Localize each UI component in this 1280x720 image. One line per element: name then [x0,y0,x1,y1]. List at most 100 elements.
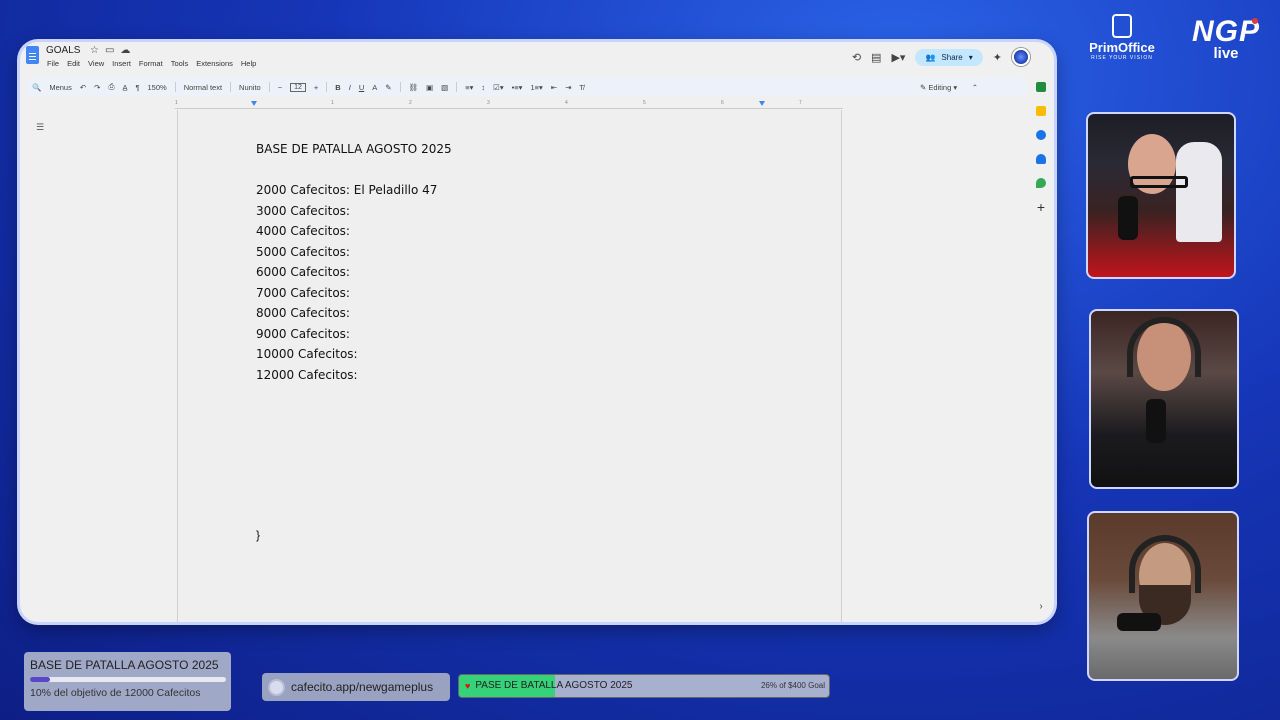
font-size-input[interactable]: 12 [290,82,306,92]
star-icon[interactable]: ☆ [90,45,105,56]
comment-icon[interactable]: ▣ [426,83,433,92]
keep-icon[interactable] [1036,106,1046,116]
menu-insert[interactable]: Insert [112,59,131,68]
document-outline-icon[interactable]: ☰ [36,122,44,133]
redo-icon[interactable]: ↷ [94,83,100,92]
text-color-icon[interactable]: A [372,83,377,92]
font-select[interactable]: Nunito [239,83,261,92]
battle-pass-goal: 26% of $400 Goal [760,681,825,690]
history-icon[interactable]: ⟲ [852,51,861,64]
document-heading[interactable]: BASE DE PATALLA AGOSTO 2025 [256,139,452,160]
highlight-icon[interactable]: ✎ [385,83,391,92]
webcam-feed-2 [1089,309,1239,489]
decrease-indent-icon[interactable]: ⇤ [551,83,557,92]
undo-icon[interactable]: ↶ [80,83,86,92]
heart-icon: ♥ [465,680,471,691]
menu-format[interactable]: Format [139,59,163,68]
goal-line[interactable]: 10000 Cafecitos: [256,344,452,365]
expand-panel-icon[interactable]: › [1039,601,1042,612]
checklist-icon[interactable]: ☑▾ [493,83,504,92]
move-folder-icon[interactable]: ▭ [105,45,120,56]
goal-line[interactable]: 6000 Cafecitos: [256,262,452,283]
document-brace[interactable]: } [256,528,260,542]
link-icon[interactable]: ⛓ [409,83,419,92]
underline-icon[interactable]: U [359,83,364,92]
gemini-icon[interactable]: ✦ [993,51,1002,64]
share-label: Share [941,52,963,62]
contacts-icon[interactable] [1036,154,1046,164]
ruler[interactable]: 1 1 2 3 4 5 6 7 [175,100,843,109]
goal-widget: BASE DE PATALLA AGOSTO 2025 10% del obje… [24,652,231,711]
image-icon[interactable]: ▧ [441,83,448,92]
goal-line[interactable]: 9000 Cafecitos: [256,324,452,345]
sheets-icon[interactable] [1036,82,1046,92]
goal-line[interactable]: 4000 Cafecitos: [256,221,452,242]
document-body[interactable]: BASE DE PATALLA AGOSTO 2025 2000 Cafecit… [256,139,452,385]
goal-line[interactable]: 7000 Cafecitos: [256,283,452,304]
goal-line[interactable]: 12000 Cafecitos: [256,365,452,386]
headphones [1127,317,1201,377]
line-spacing-icon[interactable]: ↕ [481,83,485,92]
goal-line[interactable]: 8000 Cafecitos: [256,303,452,324]
print-icon[interactable]: ⎙ [108,82,114,92]
ruler-tick: 2 [409,100,412,106]
share-dropdown-icon[interactable]: ▾ [969,53,973,62]
numbered-list-icon[interactable]: 1≡▾ [530,83,542,92]
cafecito-url[interactable]: cafecito.app/newgameplus [291,680,433,694]
primoffice-tagline: RISE YOUR VISION [1091,55,1153,61]
increase-font-icon[interactable]: + [314,83,318,92]
microphone [1117,613,1161,631]
gaming-chair [1176,142,1222,242]
left-indent-marker[interactable] [251,101,257,106]
share-button[interactable]: 👥 Share ▾ [915,48,983,66]
meet-icon[interactable]: ▶▾ [891,51,905,64]
primoffice-logo: PrimOffice RISE YOUR VISION [1082,14,1162,61]
menu-extensions[interactable]: Extensions [196,59,233,68]
style-select[interactable]: Normal text [184,83,222,92]
tasks-icon[interactable] [1036,130,1046,140]
increase-indent-icon[interactable]: ⇥ [565,83,571,92]
glasses [1130,176,1188,188]
clear-format-icon[interactable]: T̸ [579,83,584,92]
ruler-tick: 1 [175,100,178,106]
maps-icon[interactable] [1036,178,1046,188]
cafecito-link[interactable]: cafecito.app/newgameplus [262,673,450,701]
goal-line[interactable]: 5000 Cafecitos: [256,242,452,263]
toolbar-divider [456,82,458,92]
battle-pass-label: PASE DE BATALLA AGOSTO 2025 [475,680,633,691]
menu-file[interactable]: File [47,59,59,68]
microphone [1118,196,1138,240]
search-menus-icon[interactable]: 🔍 [32,83,41,92]
menu-view[interactable]: View [88,59,104,68]
ruler-tick: 1 [331,100,334,106]
decrease-font-icon[interactable]: − [278,83,282,92]
bold-icon[interactable]: B [335,83,340,92]
paint-format-icon[interactable]: ¶ [135,83,139,92]
docs-titlebar: GOALS ☆▭☁ File Edit View Insert Format T… [20,42,1054,76]
live-dot [1252,18,1258,24]
right-indent-marker[interactable] [759,101,765,106]
menu-edit[interactable]: Edit [67,59,80,68]
add-addon-icon[interactable]: + [1037,200,1045,214]
menu-help[interactable]: Help [241,59,256,68]
spellcheck-icon[interactable]: A̲ [122,83,127,92]
bullet-list-icon[interactable]: •≡▾ [512,83,523,92]
goal-progress-bar [30,677,226,682]
align-icon[interactable]: ≡▾ [465,83,473,92]
comments-icon[interactable]: ▤ [871,51,881,64]
primoffice-icon [1112,14,1132,38]
primoffice-name: PrimOffice [1089,40,1155,55]
document-page[interactable]: BASE DE PATALLA AGOSTO 2025 2000 Cafecit… [177,110,842,622]
italic-icon[interactable]: I [349,83,351,92]
cloud-status-icon[interactable]: ☁ [120,45,136,56]
goal-line[interactable]: 3000 Cafecitos: [256,201,452,222]
menu-tools[interactable]: Tools [171,59,189,68]
goal-line[interactable]: 2000 Cafecitos: El Peladillo 47 [256,180,452,201]
search-menus-label[interactable]: Menus [49,83,72,92]
battle-pass-label-row: ♥ PASE DE BATALLA AGOSTO 2025 [465,680,632,691]
account-avatar[interactable] [1012,48,1030,66]
zoom-select[interactable]: 150% [148,83,167,92]
google-docs-icon[interactable] [26,46,39,64]
document-title[interactable]: GOALS [46,45,80,56]
editing-mode[interactable]: ✎ Editing ▾ ⌃ [920,83,978,92]
